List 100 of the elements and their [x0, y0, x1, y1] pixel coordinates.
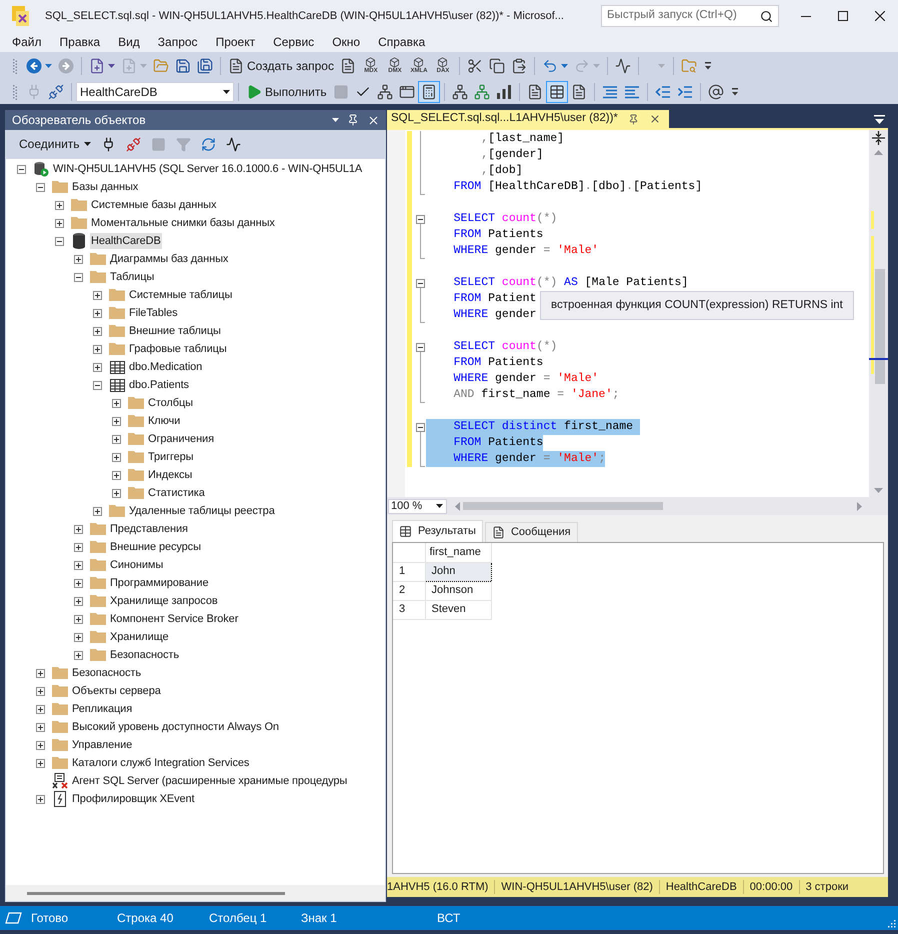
expand-icon[interactable]	[93, 326, 102, 336]
pin-icon[interactable]	[628, 114, 639, 124]
grip-icon[interactable]	[13, 84, 17, 100]
collapse-icon[interactable]	[416, 215, 425, 224]
tree-item[interactable]: Репликация	[71, 701, 134, 717]
expand-icon[interactable]	[36, 686, 45, 696]
caret-icon[interactable]	[332, 118, 339, 122]
expand-icon[interactable]	[74, 596, 83, 606]
overflow-icon[interactable]	[704, 62, 711, 70]
quick-launch-field[interactable]: Быстрый запуск (Ctrl+Q)	[601, 5, 779, 27]
resize-grip-icon[interactable]	[888, 920, 896, 928]
menu-item[interactable]: Файл	[3, 33, 51, 51]
expand-icon[interactable]	[74, 254, 83, 264]
tree-item[interactable]: Высокий уровень доступности Always On	[71, 719, 280, 735]
tree-item[interactable]: Ключи	[147, 413, 182, 429]
tree-item[interactable]: FileTables	[128, 305, 179, 321]
document-tab[interactable]: SQL_SELECT.sql.sql...L1AHVH5\user (82))*	[387, 110, 669, 128]
tree-item[interactable]: Каталоги служб Integration Services	[71, 755, 250, 771]
expand-icon[interactable]	[36, 758, 45, 768]
expand-icon[interactable]	[112, 488, 121, 498]
zoom-dropdown[interactable]: 100 %	[388, 498, 447, 514]
expand-icon[interactable]	[36, 794, 45, 804]
table-cell[interactable]: John	[425, 562, 491, 581]
expand-icon[interactable]	[93, 344, 102, 354]
collapse-icon[interactable]	[416, 279, 425, 288]
tree-item[interactable]: Индексы	[147, 467, 194, 483]
expand-icon[interactable]	[112, 470, 121, 480]
tree-item[interactable]: Представления	[109, 521, 189, 537]
collapse-icon[interactable]	[55, 236, 64, 246]
tree-item[interactable]: Системные базы данных	[90, 197, 218, 213]
expand-icon[interactable]	[36, 722, 45, 732]
menu-item[interactable]: Запрос	[148, 33, 207, 51]
expand-icon[interactable]	[74, 632, 83, 642]
connect-button[interactable]: Соединить	[17, 135, 93, 153]
search-icon[interactable]	[760, 10, 773, 22]
tree-item[interactable]: Хранилище	[109, 629, 170, 645]
results-tab[interactable]: Сообщения	[484, 522, 578, 542]
collapse-icon[interactable]	[93, 380, 102, 390]
tree-item[interactable]: Хранилище запросов	[109, 593, 219, 609]
scrollbar-thumb[interactable]	[27, 892, 285, 894]
tree-item[interactable]: Безопасность	[71, 665, 142, 681]
expand-icon[interactable]	[112, 452, 121, 462]
expand-icon[interactable]	[74, 524, 83, 534]
close-icon[interactable]	[648, 113, 661, 125]
expand-icon[interactable]	[36, 704, 45, 714]
execute-button[interactable]: Выполнить	[243, 81, 330, 103]
tree-item[interactable]: Безопасность	[109, 647, 180, 663]
tree-item[interactable]: Агент SQL Server (расширенные хранимые процедуры	[71, 773, 348, 789]
scrollbar-thumb[interactable]	[875, 269, 885, 384]
tree-item[interactable]: Базы данных	[71, 179, 140, 195]
tree-item[interactable]: Профилировщик XEvent	[71, 791, 196, 807]
expand-icon[interactable]	[93, 362, 102, 372]
window-list-icon[interactable]	[874, 114, 885, 124]
expand-icon[interactable]	[74, 542, 83, 552]
collapse-icon[interactable]	[74, 272, 83, 282]
collapse-icon[interactable]	[17, 164, 26, 174]
split-handle-icon[interactable]	[872, 131, 885, 145]
tree-item[interactable]: Удаленные таблицы реестра	[128, 503, 276, 519]
menu-item[interactable]: Сервис	[264, 33, 324, 51]
close-icon[interactable]	[367, 114, 380, 126]
toolbar-button[interactable]	[418, 81, 440, 103]
new-query-button[interactable]: Создать запрос	[225, 55, 337, 77]
tree-item[interactable]: Статистика	[147, 485, 206, 501]
menu-item[interactable]: Справка	[369, 33, 434, 51]
tree-item[interactable]: Ограничения	[147, 431, 215, 447]
tree-item[interactable]: Графовые таблицы	[128, 341, 228, 357]
expand-icon[interactable]	[55, 218, 64, 228]
expand-icon[interactable]	[93, 506, 102, 516]
overflow-icon[interactable]	[732, 88, 738, 96]
tree-item[interactable]: Объекты сервера	[71, 683, 162, 699]
tree-item[interactable]: HealthCareDB	[90, 233, 162, 249]
table-cell[interactable]: Johnson	[425, 581, 491, 600]
expand-icon[interactable]	[74, 614, 83, 624]
tree-item[interactable]: Триггеры	[147, 449, 194, 465]
expand-icon[interactable]	[112, 398, 121, 408]
grip-icon[interactable]	[13, 58, 17, 74]
expand-icon[interactable]	[112, 434, 121, 444]
tree-item[interactable]: Столбцы	[147, 395, 194, 411]
expand-icon[interactable]	[55, 200, 64, 210]
menu-item[interactable]: Вид	[109, 33, 149, 51]
results-tab[interactable]: Результаты	[392, 520, 483, 542]
collapse-icon[interactable]	[36, 182, 45, 192]
collapse-icon[interactable]	[416, 423, 425, 432]
tree-item[interactable]: Моментальные снимки базы данных	[90, 215, 276, 231]
tree-item[interactable]: Синонимы	[109, 557, 164, 573]
table-cell[interactable]: Steven	[425, 600, 491, 619]
tree-item[interactable]: Компонент Service Broker	[109, 611, 240, 627]
tree-item[interactable]: Программирование	[109, 575, 210, 591]
expand-icon[interactable]	[112, 416, 121, 426]
expand-icon[interactable]	[93, 308, 102, 318]
expand-icon[interactable]	[74, 560, 83, 570]
collapse-icon[interactable]	[416, 343, 425, 352]
toolbar-button[interactable]	[546, 81, 568, 103]
expand-icon[interactable]	[74, 578, 83, 588]
menu-item[interactable]: Окно	[323, 33, 370, 51]
tree-item[interactable]: Внешние таблицы	[128, 323, 222, 339]
database-dropdown[interactable]: HealthCareDB	[76, 82, 234, 102]
tree-item[interactable]: dbo.Patients	[128, 377, 190, 393]
expand-icon[interactable]	[93, 290, 102, 300]
tree-item[interactable]: Диаграммы баз данных	[109, 251, 230, 267]
